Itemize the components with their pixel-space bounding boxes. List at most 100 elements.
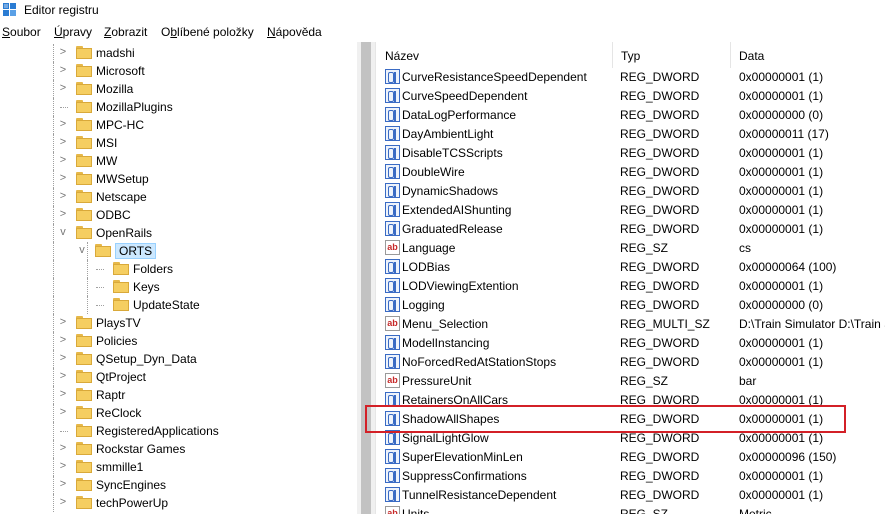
folder-icon bbox=[76, 442, 92, 455]
chevron-right-icon[interactable]: > bbox=[58, 190, 68, 202]
folder-icon-body bbox=[76, 354, 92, 365]
chevron-right-icon[interactable]: > bbox=[58, 316, 68, 328]
tree-node[interactable]: > madshi bbox=[0, 44, 357, 62]
chevron-right-icon[interactable]: > bbox=[58, 82, 68, 94]
tree-node[interactable]: > Policies bbox=[0, 332, 357, 350]
menu-item-text: obrazit bbox=[111, 25, 148, 39]
chevron-right-icon[interactable]: > bbox=[58, 460, 68, 472]
tree-node[interactable]: > Netscape bbox=[0, 188, 357, 206]
value-name: CurveSpeedDependent bbox=[402, 89, 528, 103]
tree-node[interactable]: UpdateState bbox=[0, 296, 357, 314]
value-row[interactable]: ExtendedAIShunting REG_DWORD 0x00000001 (1… bbox=[377, 201, 885, 220]
chevron-right-icon[interactable]: > bbox=[58, 352, 68, 364]
tree-node[interactable]: > Microsoft bbox=[0, 62, 357, 80]
chevron-right-icon[interactable]: > bbox=[58, 208, 68, 220]
menu-item[interactable]: Oblíbené položky bbox=[161, 25, 254, 39]
chevron-right-icon[interactable]: > bbox=[58, 64, 68, 76]
column-header-type[interactable]: Typ bbox=[613, 42, 731, 68]
folder-icon-body bbox=[113, 300, 129, 311]
binary-value-icon bbox=[385, 88, 400, 103]
value-row[interactable]: ab PressureUnit REG_SZ bar bbox=[377, 372, 885, 391]
chevron-right-icon[interactable]: > bbox=[58, 496, 68, 508]
tree-node[interactable]: Folders bbox=[0, 260, 357, 278]
tree-node[interactable]: > MPC-HC bbox=[0, 116, 357, 134]
value-row[interactable]: ab Units REG_SZ Metric bbox=[377, 505, 885, 514]
tree-scrollbar[interactable] bbox=[357, 42, 375, 514]
value-row[interactable]: TunnelResistanceDependent REG_DWORD 0x0000… bbox=[377, 486, 885, 505]
menu-item[interactable]: Nápověda bbox=[267, 25, 322, 39]
column-header-name[interactable]: Název bbox=[377, 42, 613, 68]
folder-icon bbox=[95, 244, 111, 257]
chevron-right-icon[interactable]: > bbox=[58, 334, 68, 346]
tree-node[interactable]: Keys bbox=[0, 278, 357, 296]
tree-node-label: madshi bbox=[96, 46, 135, 60]
value-row[interactable]: DoubleWire REG_DWORD 0x00000001 (1) bbox=[377, 163, 885, 182]
menu-item[interactable]: Zobrazit bbox=[104, 25, 147, 39]
values-list[interactable]: Název Typ Data CurveResistanceSpeedDepen… bbox=[377, 42, 885, 514]
chevron-right-icon[interactable]: > bbox=[58, 154, 68, 166]
tree-node[interactable]: > techPowerUp bbox=[0, 494, 357, 512]
chevron-right-icon[interactable]: > bbox=[58, 478, 68, 490]
tree-node[interactable]: MozillaPlugins bbox=[0, 98, 357, 116]
value-row[interactable]: CurveResistanceSpeedDependent REG_DWORD 0x… bbox=[377, 68, 885, 87]
tree-node[interactable]: > MSI bbox=[0, 134, 357, 152]
tree-node[interactable]: > QSetup_Dyn_Data bbox=[0, 350, 357, 368]
value-row[interactable]: SuppressConfirmations REG_DWORD 0x00000001… bbox=[377, 467, 885, 486]
folder-icon bbox=[76, 172, 92, 185]
chevron-right-icon[interactable]: > bbox=[58, 118, 68, 130]
tree-node[interactable]: > smmille1 bbox=[0, 458, 357, 476]
tree-guide-line bbox=[96, 287, 104, 288]
value-row[interactable]: CurveSpeedDependent REG_DWORD 0x00000001 (… bbox=[377, 87, 885, 106]
tree-node[interactable]: v OpenRails bbox=[0, 224, 357, 242]
tree-node-label: PlaysTV bbox=[96, 316, 141, 330]
value-row[interactable]: ModelInstancing REG_DWORD 0x00000001 (1) bbox=[377, 334, 885, 353]
menu-item-text: pravy bbox=[62, 25, 93, 39]
value-row[interactable]: LODViewingExtention REG_DWORD 0x00000001 (… bbox=[377, 277, 885, 296]
value-data: Metric bbox=[739, 507, 772, 514]
menu-item[interactable]: Soubor bbox=[2, 25, 41, 39]
tree-node[interactable]: > PlaysTV bbox=[0, 314, 357, 332]
chevron-right-icon[interactable]: > bbox=[58, 406, 68, 418]
tree-node[interactable]: > MW bbox=[0, 152, 357, 170]
tree-scrollbar-thumb[interactable] bbox=[361, 42, 371, 514]
value-type: REG_DWORD bbox=[620, 431, 700, 445]
tree-guide-line bbox=[53, 224, 54, 242]
tree-node[interactable]: RegisteredApplications bbox=[0, 422, 357, 440]
chevron-down-icon[interactable]: v bbox=[58, 226, 68, 238]
tree-node[interactable]: > SyncEngines bbox=[0, 476, 357, 494]
tree-node[interactable]: v ORTS bbox=[0, 242, 357, 260]
chevron-right-icon[interactable]: > bbox=[58, 370, 68, 382]
tree-node[interactable]: > Raptr bbox=[0, 386, 357, 404]
tree-node[interactable]: > Mozilla bbox=[0, 80, 357, 98]
chevron-right-icon[interactable]: > bbox=[58, 388, 68, 400]
tree-node[interactable]: > QtProject bbox=[0, 368, 357, 386]
tree-node-label: ODBC bbox=[96, 208, 131, 222]
chevron-right-icon[interactable]: > bbox=[58, 172, 68, 184]
value-row[interactable]: Logging REG_DWORD 0x00000000 (0) bbox=[377, 296, 885, 315]
key-tree[interactable]: > madshi > Microsoft > Mozilla MozillaPlugins >… bbox=[0, 42, 357, 514]
value-row[interactable]: ab Language REG_SZ cs bbox=[377, 239, 885, 258]
value-row[interactable]: DynamicShadows REG_DWORD 0x00000001 (1) bbox=[377, 182, 885, 201]
tree-node[interactable]: > Rockstar Games bbox=[0, 440, 357, 458]
binary-value-icon bbox=[385, 221, 400, 236]
chevron-down-icon[interactable]: v bbox=[77, 244, 87, 256]
chevron-right-icon[interactable]: > bbox=[58, 46, 68, 58]
value-row[interactable]: DayAmbientLight REG_DWORD 0x00000011 (17) bbox=[377, 125, 885, 144]
folder-icon-body bbox=[76, 498, 92, 509]
value-row[interactable]: DataLogPerformance REG_DWORD 0x00000000 (0… bbox=[377, 106, 885, 125]
folder-icon-body bbox=[76, 138, 92, 149]
chevron-right-icon[interactable]: > bbox=[58, 442, 68, 454]
value-row[interactable]: ab Menu_Selection REG_MULTI_SZ D:\Train Sim… bbox=[377, 315, 885, 334]
tree-node[interactable]: > ODBC bbox=[0, 206, 357, 224]
value-row[interactable]: GraduatedRelease REG_DWORD 0x00000001 (1) bbox=[377, 220, 885, 239]
value-row[interactable]: NoForcedRedAtStationStops REG_DWORD 0x0000… bbox=[377, 353, 885, 372]
column-header-data[interactable]: Data bbox=[731, 42, 885, 68]
value-row[interactable]: LODBias REG_DWORD 0x00000064 (100) bbox=[377, 258, 885, 277]
value-row[interactable]: DisableTCSScripts REG_DWORD 0x00000001 (1) bbox=[377, 144, 885, 163]
tree-node[interactable]: > ReClock bbox=[0, 404, 357, 422]
folder-icon bbox=[76, 316, 92, 329]
menu-item[interactable]: Úpravy bbox=[54, 25, 92, 39]
value-row[interactable]: SuperElevationMinLen REG_DWORD 0x00000096 … bbox=[377, 448, 885, 467]
tree-node[interactable]: > MWSetup bbox=[0, 170, 357, 188]
chevron-right-icon[interactable]: > bbox=[58, 136, 68, 148]
